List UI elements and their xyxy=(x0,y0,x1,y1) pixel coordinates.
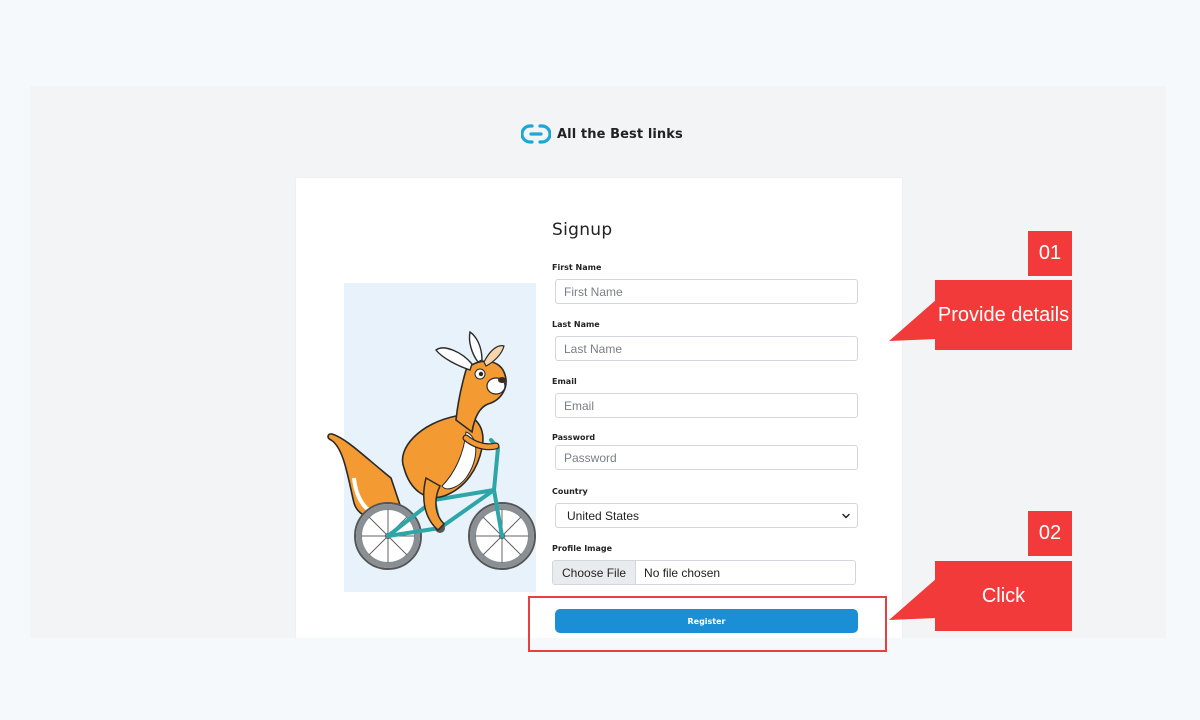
brand-name: All the Best links xyxy=(557,126,683,142)
tutorial-canvas: All the Best links Signup First Name Fir… xyxy=(0,0,1200,720)
signup-card: Signup First Name Last Name Email Passwo… xyxy=(296,178,902,638)
link-logo-icon xyxy=(521,124,551,144)
file-status-text: No file chosen xyxy=(644,565,721,580)
email-label: Email xyxy=(552,377,577,386)
register-highlight-frame xyxy=(528,596,887,652)
country-select[interactable]: United States xyxy=(555,503,858,528)
kangaroo-bicycle-illustration xyxy=(327,330,536,570)
page-title: Signup xyxy=(552,220,613,240)
country-select-value: United States xyxy=(567,508,640,523)
password-input[interactable] xyxy=(555,445,858,470)
password-label: Password xyxy=(552,433,596,442)
callout-number-1: 01 xyxy=(1028,231,1072,276)
callout-text-1: Provide details xyxy=(935,280,1072,350)
first-name-label: First Name xyxy=(552,263,602,272)
brand-header: All the Best links xyxy=(521,123,683,145)
chevron-down-icon xyxy=(842,513,850,518)
callout-pointer-1 xyxy=(889,299,937,341)
last-name-input[interactable] xyxy=(555,336,858,361)
callout-text-2: Click xyxy=(935,561,1072,631)
email-input[interactable] xyxy=(555,393,858,418)
callout-number-2: 02 xyxy=(1028,511,1072,556)
choose-file-button[interactable]: Choose File xyxy=(553,561,637,584)
country-label: Country xyxy=(552,487,588,496)
profile-image-label: Profile Image xyxy=(552,544,613,553)
first-name-input[interactable] xyxy=(555,279,858,304)
callout-pointer-2 xyxy=(889,578,937,620)
profile-image-file-input[interactable]: Choose File No file chosen xyxy=(552,560,856,585)
app-window: All the Best links Signup First Name Fir… xyxy=(30,86,1166,638)
last-name-label: Last Name xyxy=(552,320,600,329)
